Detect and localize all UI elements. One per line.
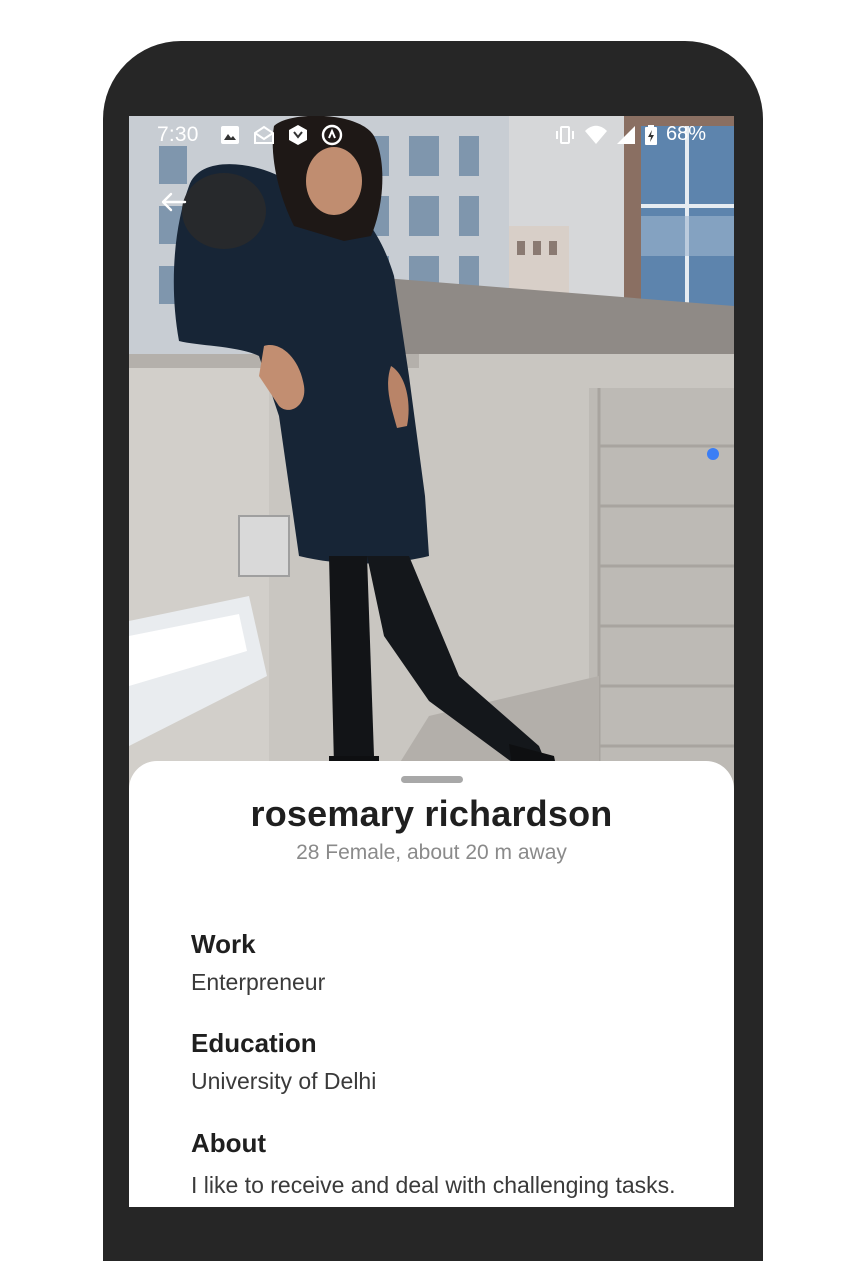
sheet-drag-handle[interactable] (401, 776, 463, 783)
notification-icons (219, 124, 343, 146)
signal-icon (616, 125, 635, 144)
page-indicator-dot (707, 448, 719, 460)
system-icons: 68% (554, 123, 706, 146)
arrow-left-icon (161, 192, 187, 212)
profile-sheet[interactable]: rosemary richardson 28 Female, about 20 … (129, 761, 734, 1207)
education-title: Education (191, 1028, 317, 1058)
work-title: Work (191, 929, 256, 959)
profile-photo (129, 116, 734, 796)
app-shield-icon (289, 125, 307, 145)
profile-summary: 28 Female, about 20 m away (296, 841, 567, 864)
phone-screen: 7:30 68% rosemary richardson 28 Female, … (129, 116, 734, 1207)
battery-charging-icon (644, 124, 657, 145)
status-bar: 7:30 68% (129, 116, 734, 154)
education-value: University of Delhi (191, 1068, 377, 1094)
mail-open-icon (254, 125, 274, 144)
app-circle-icon (321, 124, 343, 146)
work-value: Enterpreneur (191, 969, 326, 995)
profile-photo-scene (129, 116, 734, 796)
image-icon (221, 126, 239, 144)
vibrate-icon (555, 125, 574, 144)
profile-name: rosemary richardson (250, 793, 613, 834)
battery-percentage: 68% (665, 123, 706, 145)
status-time: 7:30 (157, 123, 199, 146)
about-value: I like to receive and deal with challeng… (191, 1172, 676, 1207)
back-button[interactable] (159, 188, 215, 244)
about-title: About (191, 1128, 267, 1158)
wifi-icon (584, 125, 607, 144)
